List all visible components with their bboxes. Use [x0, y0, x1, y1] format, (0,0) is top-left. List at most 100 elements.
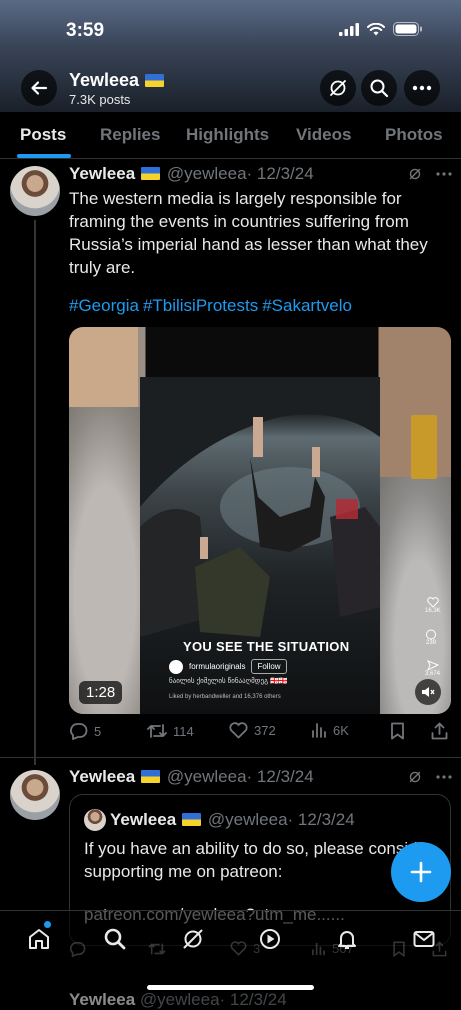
grok-button[interactable] [320, 70, 356, 106]
media-side-shares: 3,674 [425, 660, 440, 677]
avatar[interactable] [10, 166, 60, 216]
video-caption: YOU SEE THE SITUATION [183, 639, 350, 654]
tweet-date: · 12/3/24 [246, 164, 314, 183]
views-button[interactable]: 6K [311, 722, 349, 738]
hashtags: #Georgia #TbilisiProtests #Sakartvelo [69, 296, 356, 316]
grok-icon[interactable] [408, 167, 422, 181]
quoted-text: If you have an ability to do so, please … [84, 839, 433, 881]
tweet-date: · 12/3/24 [246, 767, 314, 786]
tweet-more-icon[interactable] [436, 172, 452, 176]
reply-icon [70, 723, 88, 740]
share-button[interactable] [431, 722, 448, 740]
tab-replies[interactable]: Replies [100, 125, 160, 145]
active-tab-indicator [17, 154, 71, 158]
views-icon [312, 723, 326, 738]
tweet-divider [0, 757, 461, 758]
grok-icon [330, 80, 346, 96]
ukraine-flag-icon [141, 167, 161, 180]
search-button[interactable] [361, 70, 397, 106]
post-count: 7.3K posts [69, 92, 131, 107]
grok-icon [183, 929, 203, 949]
signal-icon [339, 22, 359, 36]
video-follow: Follow [251, 659, 287, 674]
tweet-actions: 5 114 372 6K [69, 722, 451, 746]
views-icon [312, 942, 325, 956]
ukraine-flag-icon [182, 813, 202, 826]
avatar[interactable] [10, 770, 60, 820]
plus-icon [410, 861, 432, 883]
back-button[interactable] [21, 70, 57, 106]
notifications-icon [338, 931, 356, 949]
back-arrow-icon [31, 81, 48, 95]
tab-videos[interactable]: Videos [296, 125, 351, 145]
bookmark-icon [393, 941, 405, 957]
messages-icon [413, 931, 435, 947]
video-subtitle: ნაილის ქიმელის წინააღმდეგ 🇬🇪🇬🇪 [169, 678, 288, 685]
more-button[interactable] [404, 70, 440, 106]
ukraine-flag-icon [145, 74, 165, 87]
next-tweet-peek: Yewleea @yewleea· 12/3/24 [69, 990, 287, 1009]
status-icons [339, 22, 423, 36]
tab-highlights[interactable]: Highlights [186, 125, 269, 145]
tweet-header: Yewleea @yewleea· 12/3/24 [69, 767, 314, 787]
grok-icon[interactable] [408, 770, 422, 784]
profile-name: Yewleea [69, 70, 166, 91]
video-duration: 1:28 [79, 681, 123, 704]
tweet-text: The western media is largely responsible… [69, 189, 428, 277]
nav-grok[interactable] [179, 925, 207, 953]
media-background [411, 415, 437, 479]
more-icon [412, 85, 432, 91]
compose-button[interactable] [391, 842, 451, 902]
tweet-top-icons [408, 770, 452, 784]
tweet-more-icon[interactable] [436, 775, 452, 779]
author-handle[interactable]: @yewleea [167, 164, 247, 183]
hashtag-link[interactable]: #TbilisiProtests [143, 296, 258, 315]
like-button[interactable]: 372 [229, 722, 276, 739]
wifi-icon [367, 22, 385, 35]
home-notification-dot [44, 921, 51, 928]
video-account: formulaoriginals Follow [169, 659, 287, 674]
hashtag-link[interactable]: #Sakartvelo [262, 296, 352, 315]
author-name[interactable]: Yewleea [69, 164, 135, 183]
hashtag-link[interactable]: #Georgia [69, 296, 139, 315]
repost-button[interactable]: 114 [147, 722, 194, 740]
search-icon [370, 79, 389, 98]
reply-button[interactable] [69, 941, 86, 957]
like-icon [229, 722, 248, 739]
nav-home[interactable] [25, 925, 53, 953]
video-media[interactable]: 16.3K 239 3,674 YOU SEE THE SITUATION fo… [69, 327, 451, 714]
status-time: 3:59 [66, 20, 105, 41]
nav-notifications[interactable] [333, 925, 361, 953]
media-side-likes: 16.3K [425, 597, 441, 614]
status-bar: 3:59 [0, 0, 461, 60]
search-icon [104, 928, 126, 950]
author-name[interactable]: Yewleea [69, 767, 135, 786]
repost-button[interactable] [148, 941, 166, 957]
media-side-comments: 239 [425, 629, 437, 646]
home-icon [29, 929, 49, 949]
repost-icon [148, 943, 166, 955]
share-icon [431, 722, 448, 740]
quoted-date: · 12/3/24 [287, 810, 355, 829]
author-handle[interactable]: @yewleea [167, 767, 247, 786]
nav-search[interactable] [101, 925, 129, 953]
bookmark-button[interactable] [392, 941, 406, 957]
quoted-header: Yewleea @yewleea· 12/3/24 [110, 810, 355, 830]
thread-line [34, 220, 36, 765]
battery-icon [393, 22, 422, 36]
bookmark-button[interactable] [390, 722, 405, 740]
video-liked-by: Liked by herbandweller and 16,376 others [169, 694, 281, 700]
spaces-icon [260, 929, 280, 949]
tab-photos[interactable]: Photos [385, 125, 443, 145]
tab-posts[interactable]: Posts [20, 125, 66, 145]
nav-messages[interactable] [410, 925, 438, 953]
ukraine-flag-icon [141, 770, 161, 783]
reply-button[interactable]: 5 [69, 722, 101, 740]
video-account-avatar [169, 659, 183, 674]
mute-button[interactable] [415, 679, 441, 705]
quoted-avatar [84, 809, 106, 831]
nav-spaces[interactable] [256, 925, 284, 953]
like-icon [230, 941, 247, 956]
reply-icon [70, 941, 86, 957]
bookmark-icon [391, 722, 404, 740]
